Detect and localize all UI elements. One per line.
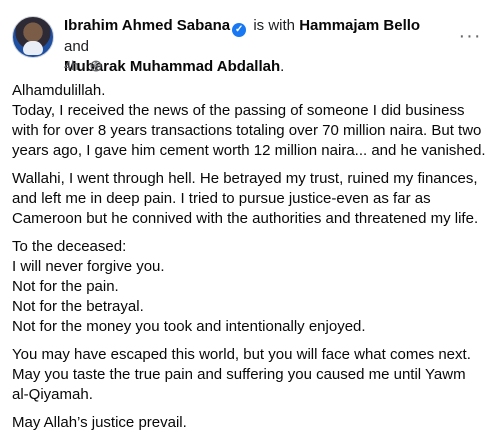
text-line: To the deceased: <box>12 238 127 255</box>
author-avatar[interactable] <box>12 16 54 58</box>
with-text: is with <box>253 17 296 34</box>
post-header: Ibrahim Ahmed Sabana ✓ is with Hammajam B… <box>12 12 486 78</box>
tagged-user-1[interactable]: Hammajam Bello <box>299 17 420 34</box>
paragraph-5: May Allah’s justice prevail. <box>12 414 187 431</box>
text-line: Today, I received the news of the passin… <box>12 102 486 159</box>
paragraph-2: Wallahi, I went through hell. He betraye… <box>12 170 479 227</box>
post-time[interactable]: 4h <box>64 58 78 73</box>
text-line: Not for the money you took and intention… <box>12 318 366 335</box>
post-subline: 4h · <box>64 58 102 74</box>
paragraph-1: Alhamdulillah. Today, I received the new… <box>12 81 486 161</box>
period: . <box>280 58 285 75</box>
post-meta: Ibrahim Ahmed Sabana ✓ is with Hammajam B… <box>64 16 442 77</box>
more-options-icon[interactable]: ··· <box>454 20 486 52</box>
and-text: and <box>64 38 90 55</box>
text-line: I will never forgive you. <box>12 258 165 275</box>
post-content: Alhamdulillah. Today, I received the new… <box>12 81 486 441</box>
paragraph-3: To the deceased: I will never forgive yo… <box>12 237 486 337</box>
text-line: Alhamdulillah. <box>12 82 106 99</box>
facebook-post: Ibrahim Ahmed Sabana ✓ is with Hammajam B… <box>0 0 498 435</box>
text-line: Not for the pain. <box>12 278 119 295</box>
globe-icon[interactable] <box>90 60 102 72</box>
separator-dot: · <box>82 58 87 73</box>
verified-badge-icon: ✓ <box>232 23 247 37</box>
text-line: Not for the betrayal. <box>12 298 144 315</box>
paragraph-4: You may have escaped this world, but you… <box>12 346 471 403</box>
author-name[interactable]: Ibrahim Ahmed Sabana <box>64 17 230 34</box>
